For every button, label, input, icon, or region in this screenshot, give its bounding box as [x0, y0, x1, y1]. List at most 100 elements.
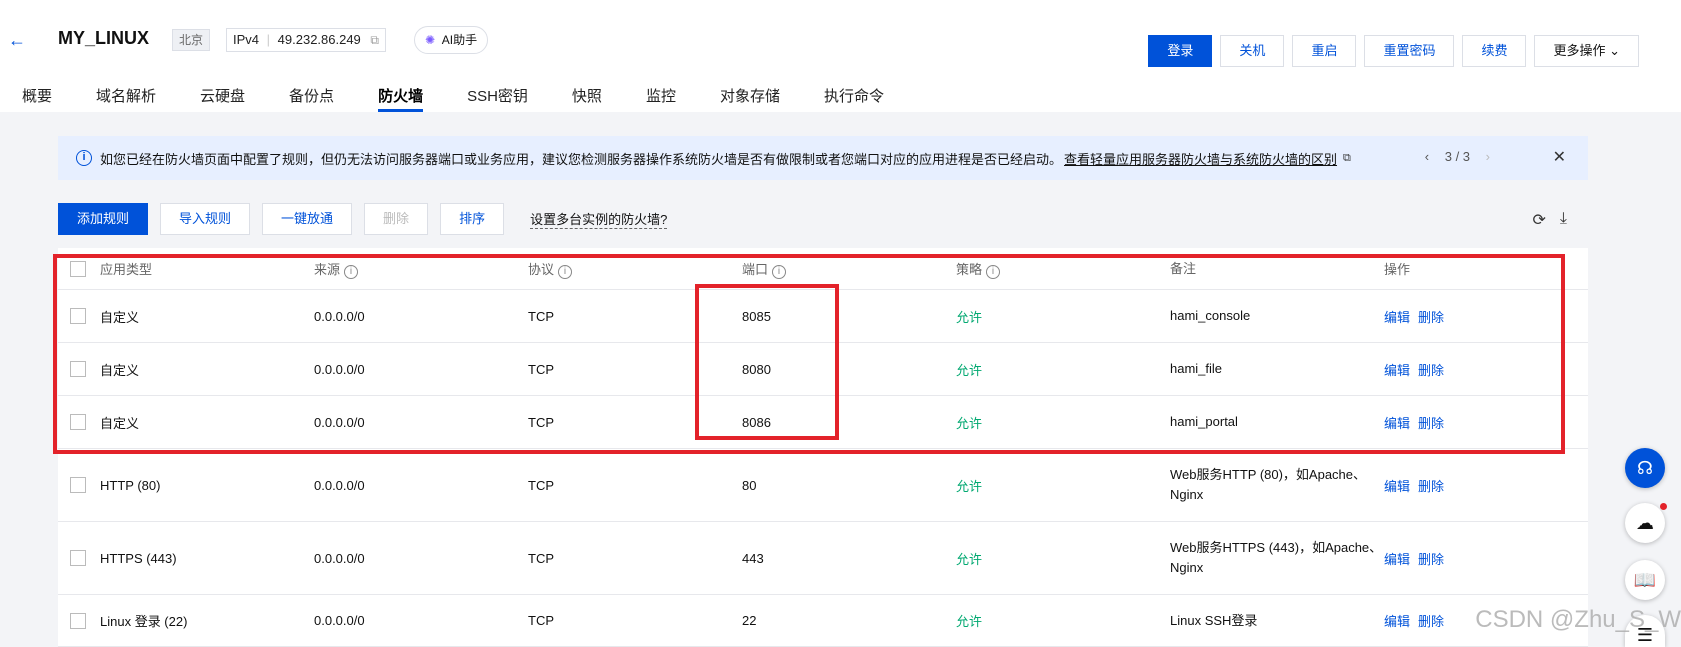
reset-password-button[interactable]: 重置密码: [1364, 35, 1455, 67]
header-remark: 备注: [1170, 260, 1197, 276]
help-icon[interactable]: i: [986, 264, 1001, 279]
help-icon[interactable]: i: [558, 264, 573, 279]
external-link-icon[interactable]: ⧉: [1343, 152, 1351, 165]
instance-actions: 登录 关机 重启 重置密码 续费 更多操作 ⌄: [1148, 35, 1639, 67]
edit-link[interactable]: 编辑: [1384, 552, 1410, 567]
copy-icon[interactable]: ⧉: [370, 33, 379, 47]
select-all-checkbox[interactable]: [70, 260, 86, 277]
more-actions-button[interactable]: 更多操作 ⌄: [1534, 35, 1639, 67]
row-checkbox[interactable]: [70, 361, 86, 377]
allow-all-button[interactable]: 一键放通: [262, 203, 353, 235]
renew-button[interactable]: 续费: [1462, 35, 1527, 67]
cell-remark: Web服务HTTPS (443)，如Apache、Nginx: [1170, 540, 1383, 575]
edit-link[interactable]: 编辑: [1384, 416, 1410, 431]
notice-pager: ‹ 3 / 3 ›: [1419, 149, 1496, 164]
close-icon[interactable]: ✕: [1553, 147, 1566, 167]
instance-title: MY_LINUX: [58, 28, 150, 48]
download-icon[interactable]: ⤓: [1560, 210, 1567, 230]
next-icon[interactable]: ›: [1486, 149, 1490, 164]
cell-remark: Web服务HTTP (80)，如Apache、Nginx: [1170, 467, 1367, 502]
delete-link[interactable]: 删除: [1418, 416, 1444, 431]
table-row: 自定义 0.0.0.0/0 TCP 8086 允许 hami_portal 编辑…: [58, 396, 1588, 449]
edit-link[interactable]: 编辑: [1384, 479, 1410, 494]
cell-source: 0.0.0.0/0: [314, 613, 365, 628]
cell-source: 0.0.0.0/0: [314, 308, 365, 324]
cell-port: 8085: [742, 308, 771, 324]
row-checkbox[interactable]: [70, 414, 86, 430]
tab-object-storage[interactable]: 对象存储: [698, 84, 802, 112]
delete-button[interactable]: 删除: [364, 203, 429, 235]
rule-toolbar: 添加规则 导入规则 一键放通 删除 排序 设置多台实例的防火墙?: [58, 203, 668, 235]
cell-remark: hami_console: [1170, 308, 1251, 323]
cell-source: 0.0.0.0/0: [314, 550, 365, 566]
delete-link[interactable]: 删除: [1418, 363, 1444, 378]
cell-app: 自定义: [100, 309, 140, 325]
ip-label: IPv4: [233, 32, 260, 47]
tab-firewall[interactable]: 防火墙: [356, 84, 445, 112]
cell-policy: 允许: [956, 478, 983, 494]
restart-button[interactable]: 重启: [1292, 35, 1357, 67]
tab-run-command[interactable]: 执行命令: [802, 84, 906, 112]
ai-assistant-button[interactable]: ✺ AI助手: [414, 26, 489, 54]
cell-source: 0.0.0.0/0: [314, 477, 365, 493]
tab-dns[interactable]: 域名解析: [74, 84, 178, 112]
prev-icon[interactable]: ‹: [1425, 149, 1429, 164]
header-source: 来源 i: [314, 259, 528, 279]
shutdown-button[interactable]: 关机: [1220, 35, 1285, 67]
row-checkbox[interactable]: [70, 477, 86, 493]
row-checkbox[interactable]: [70, 550, 86, 566]
pager-text: 3 / 3: [1444, 149, 1471, 164]
notice-link[interactable]: 查看轻量应用服务器防火墙与系统防火墙的区别: [1064, 149, 1337, 168]
cell-port: 8080: [742, 361, 771, 377]
cell-port: 443: [742, 550, 764, 566]
cell-protocol: TCP: [528, 477, 554, 493]
delete-link[interactable]: 删除: [1418, 310, 1444, 325]
row-checkbox[interactable]: [70, 612, 86, 629]
notice-text: 如您已经在防火墙页面中配置了规则，但仍无法访问服务器端口或业务应用，建议您检测服…: [100, 151, 1063, 167]
table-row: 自定义 0.0.0.0/0 TCP 8085 允许 hami_console 编…: [58, 290, 1588, 343]
import-rule-button[interactable]: 导入规则: [160, 203, 251, 235]
watermark: CSDN @Zhu_S_W: [1475, 606, 1681, 633]
edit-link[interactable]: 编辑: [1384, 310, 1410, 325]
ai-sparkle-icon: ✺: [425, 33, 436, 47]
cell-port: 80: [742, 477, 757, 493]
tab-snapshot[interactable]: 快照: [550, 84, 624, 112]
notification-dot: [1660, 503, 1667, 510]
cell-protocol: TCP: [528, 308, 554, 324]
tab-overview[interactable]: 概要: [0, 84, 74, 112]
tab-backup[interactable]: 备份点: [267, 84, 356, 112]
delete-link[interactable]: 删除: [1418, 552, 1444, 567]
edit-link[interactable]: 编辑: [1384, 363, 1410, 378]
support-icon[interactable]: ☊: [1625, 448, 1665, 488]
tab-bar: 概要 域名解析 云硬盘 备份点 防火墙 SSH密钥 快照 监控 对象存储 执行命…: [0, 84, 906, 112]
tab-ssh-key[interactable]: SSH密钥: [445, 84, 550, 112]
help-icon[interactable]: i: [772, 264, 787, 279]
cell-source: 0.0.0.0/0: [314, 361, 365, 377]
add-rule-button[interactable]: 添加规则: [58, 203, 149, 235]
table-header: 应用类型 来源 i 协议 i 端口 i 策略 i 备注 操作: [58, 248, 1588, 290]
table-row: HTTP (80) 0.0.0.0/0 TCP 80 允许 Web服务HTTP …: [58, 449, 1588, 522]
info-icon: i: [76, 150, 92, 166]
delete-link[interactable]: 删除: [1418, 614, 1444, 629]
cell-policy: 允许: [956, 614, 983, 629]
cell-app: Linux 登录 (22): [100, 614, 188, 629]
sort-button[interactable]: 排序: [440, 203, 505, 235]
login-button[interactable]: 登录: [1148, 35, 1213, 67]
refresh-icon[interactable]: ⟳: [1533, 210, 1546, 230]
tab-cloud-disk[interactable]: 云硬盘: [178, 84, 267, 112]
cell-policy: 允许: [956, 551, 983, 567]
book-icon[interactable]: 📖: [1625, 560, 1665, 600]
cell-port: 8086: [742, 414, 771, 430]
cell-policy: 允许: [956, 309, 983, 325]
row-checkbox[interactable]: [70, 308, 86, 324]
help-icon[interactable]: i: [344, 264, 359, 279]
edit-link[interactable]: 编辑: [1384, 614, 1410, 629]
table-row: HTTPS (443) 0.0.0.0/0 TCP 443 允许 Web服务HT…: [58, 522, 1588, 595]
multi-instance-link[interactable]: 设置多台实例的防火墙?: [530, 209, 668, 229]
delete-link[interactable]: 删除: [1418, 479, 1444, 494]
cloud-icon[interactable]: ☁: [1625, 503, 1665, 543]
table-tools: ⟳ ⤓: [1533, 210, 1567, 230]
tab-monitor[interactable]: 监控: [624, 84, 698, 112]
arrow-left-icon[interactable]: ←: [8, 30, 26, 51]
cell-remark: hami_portal: [1170, 414, 1238, 429]
